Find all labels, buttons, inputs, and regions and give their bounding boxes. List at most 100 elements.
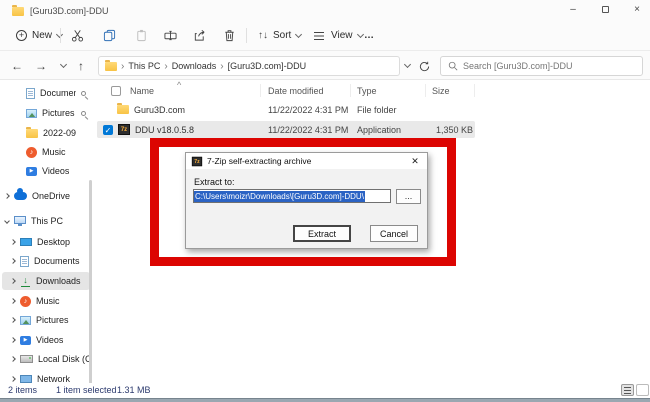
thumbnail-view-toggle[interactable] (636, 384, 649, 396)
delete-button[interactable] (216, 24, 243, 47)
sidebar-item-documents[interactable]: Documents (2, 252, 90, 270)
breadcrumb-separator: › (164, 61, 167, 72)
cut-icon (70, 28, 85, 43)
column-header-name[interactable]: Name (130, 86, 154, 96)
search-box[interactable] (440, 56, 643, 76)
chevron-right-icon (10, 278, 16, 284)
dialog-titlebar[interactable]: 7z 7-Zip self-extracting archive ✕ (186, 153, 427, 169)
sidebar-item-desktop[interactable]: Desktop (2, 233, 90, 251)
hard-drive-icon (20, 355, 33, 363)
selection-count: 1 item selected (56, 385, 117, 395)
select-all-checkbox[interactable] (111, 86, 121, 96)
details-view-toggle[interactable] (621, 384, 634, 396)
breadcrumb-this-pc[interactable]: This PC (128, 61, 160, 71)
maximize-button[interactable] (590, 0, 620, 19)
sidebar-scrollbar[interactable] (89, 180, 92, 402)
rename-icon (163, 28, 178, 43)
plus-icon: + (16, 30, 27, 41)
status-bar: 2 items 1 item selected 1.31 MB (0, 383, 650, 398)
file-type: File folder (357, 100, 397, 119)
sidebar-item-local-disk-c[interactable]: Local Disk (C:) (2, 350, 90, 368)
toolbar: + New ↑↓ Sort (0, 20, 650, 51)
explorer-tab[interactable]: [Guru3D.com]-DDU (4, 2, 117, 20)
download-icon: ↓ (20, 276, 31, 287)
7z-application-icon: 7z (118, 124, 130, 135)
column-header-date-modified[interactable]: Date modified (268, 86, 324, 96)
sort-button[interactable]: ↑↓ Sort (252, 24, 307, 47)
browse-button[interactable]: ... (396, 189, 421, 204)
file-date: 11/22/2022 4:31 PM (268, 100, 348, 119)
extract-button[interactable]: Extract (293, 225, 351, 242)
folder-icon (117, 105, 129, 114)
checked-checkbox-icon[interactable]: ✓ (103, 125, 113, 135)
sort-ascending-icon: ^ (177, 80, 181, 90)
column-headers: Name ^ Date modified Type Size (97, 82, 475, 99)
copy-button[interactable] (96, 24, 123, 47)
up-button[interactable]: ↑ (70, 55, 92, 77)
refresh-button[interactable] (414, 56, 434, 76)
share-button[interactable] (186, 24, 213, 47)
folder-icon (12, 7, 24, 16)
address-bar[interactable]: › This PC › Downloads › [Guru3D.com]-DDU (98, 56, 400, 76)
back-button[interactable]: ← (6, 55, 28, 77)
sidebar-item-pictures[interactable]: Pictures (2, 311, 90, 329)
sidebar-item-documents-pinned[interactable]: Documents (2, 84, 90, 102)
chevron-down-icon (403, 61, 410, 68)
minimize-button[interactable]: – (558, 0, 588, 19)
see-more-button[interactable]: … (358, 24, 380, 47)
dialog-close-button[interactable]: ✕ (408, 156, 422, 167)
extract-path-field[interactable]: C:\Users\moizr\Downloads\[Guru3D.com]-DD… (193, 189, 391, 203)
chevron-right-icon (10, 298, 16, 304)
sidebar-item-2022-09[interactable]: 2022-09 (2, 124, 90, 142)
file-type: Application (357, 120, 401, 139)
navigation-bar: ← → ↑ › This PC › Downloads › [Guru3D.co… (0, 51, 650, 80)
sidebar-item-music[interactable]: ♪ Music (2, 292, 90, 310)
search-input[interactable] (463, 61, 623, 71)
picture-icon (20, 316, 31, 325)
maximize-icon (602, 6, 609, 13)
column-header-size[interactable]: Size (432, 86, 450, 96)
breadcrumb-downloads[interactable]: Downloads (172, 61, 217, 71)
sort-icon: ↑↓ (258, 30, 268, 41)
file-date: 11/22/2022 4:31 PM (268, 120, 348, 139)
extract-path-selected-text: C:\Users\moizr\Downloads\[Guru3D.com]-DD… (194, 191, 365, 202)
paste-icon (134, 28, 149, 43)
network-icon (20, 375, 32, 383)
address-dropdown-button[interactable] (399, 56, 415, 76)
sidebar-item-videos-quick[interactable]: ▶ Videos (2, 162, 90, 180)
sidebar-item-downloads[interactable]: ↓ Downloads (2, 272, 90, 290)
cancel-button[interactable]: Cancel (370, 225, 418, 242)
close-button[interactable]: × (622, 0, 650, 19)
sidebar-item-onedrive[interactable]: OneDrive (2, 187, 90, 205)
ellipsis-icon: … (364, 30, 374, 41)
chevron-right-icon (10, 317, 16, 323)
column-header-type[interactable]: Type (357, 86, 377, 96)
cut-button[interactable] (64, 24, 91, 47)
rename-button[interactable] (157, 24, 184, 47)
sidebar-item-this-pc[interactable]: This PC (2, 212, 90, 230)
refresh-icon (419, 61, 430, 72)
chevron-right-icon (10, 376, 16, 382)
selection-size: 1.31 MB (117, 385, 151, 395)
share-icon (192, 28, 207, 43)
file-row-ddu-selected[interactable]: ✓ 7z DDU v18.0.5.8 11/22/2022 4:31 PM Ap… (97, 120, 475, 139)
file-size: 1,350 KB (397, 120, 473, 139)
breadcrumb-separator: › (220, 61, 223, 72)
forward-button[interactable]: → (30, 55, 52, 77)
sidebar-item-music-quick[interactable]: ♪ Music (2, 143, 90, 161)
paste-button[interactable] (128, 24, 155, 47)
sidebar-item-videos[interactable]: ▶ Videos (2, 331, 90, 349)
sidebar-item-pictures-pinned[interactable]: Pictures (2, 104, 90, 122)
file-name: DDU v18.0.5.8 (135, 125, 194, 135)
pin-icon (81, 91, 86, 96)
chevron-down-icon (295, 30, 302, 37)
sort-label: Sort (273, 30, 291, 41)
breadcrumb-current-folder[interactable]: [Guru3D.com]-DDU (228, 61, 307, 71)
view-label: View (331, 30, 353, 41)
video-icon: ▶ (26, 167, 37, 176)
extract-to-label: Extract to: (194, 177, 235, 187)
folder-icon (26, 129, 38, 138)
file-row-guru3d-folder[interactable]: Guru3D.com 11/22/2022 4:31 PM File folde… (97, 100, 475, 119)
chevron-right-icon (10, 258, 16, 264)
folder-icon (105, 62, 117, 71)
